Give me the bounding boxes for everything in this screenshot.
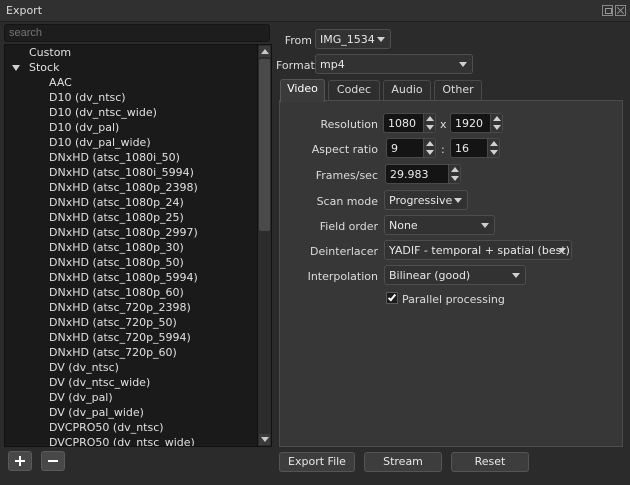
list-item[interactable]: DNxHD (atsc_1080p_50) xyxy=(5,255,257,270)
resolution-width-input[interactable]: 1080 xyxy=(383,113,436,133)
list-item[interactable]: D10 (dv_ntsc) xyxy=(5,90,257,105)
aspect-ratio-label: Aspect ratio xyxy=(311,143,378,156)
aspect-separator: : xyxy=(441,143,445,156)
list-item[interactable]: DNxHD (atsc_1080p_25) xyxy=(5,210,257,225)
remove-preset-button[interactable] xyxy=(41,451,65,471)
list-item[interactable]: D10 (dv_pal) xyxy=(5,120,257,135)
parallel-processing-checkbox[interactable] xyxy=(386,292,398,304)
list-item[interactable]: DNxHD (atsc_1080p_24) xyxy=(5,195,257,210)
tab-audio[interactable]: Audio xyxy=(383,80,431,100)
aspect-num-input[interactable]: 9 xyxy=(386,138,436,158)
fps-input[interactable]: 29.983 xyxy=(385,164,461,184)
export-file-button[interactable]: Export File xyxy=(279,452,355,472)
format-select[interactable]: mp4 xyxy=(315,54,473,74)
tab-other[interactable]: Other xyxy=(434,80,482,100)
tab-video[interactable]: Video xyxy=(280,79,325,102)
deinterlacer-label: Deinterlacer xyxy=(309,245,378,258)
title-bar: Export xyxy=(0,0,630,22)
chevron-down-icon xyxy=(459,62,467,67)
chevron-down-icon xyxy=(481,223,489,228)
list-item[interactable]: DNxHD (atsc_1080p_60) xyxy=(5,285,257,300)
list-item[interactable]: DNxHD (atsc_1080i_5994) xyxy=(5,165,257,180)
spinner-arrows-icon[interactable] xyxy=(487,139,499,157)
expand-arrow-icon[interactable] xyxy=(12,65,20,71)
spinner-arrows-icon[interactable] xyxy=(423,114,435,132)
list-item[interactable]: AAC xyxy=(5,75,257,90)
field-order-label: Field order xyxy=(319,220,378,233)
resolution-label: Resolution xyxy=(320,118,378,131)
list-item[interactable]: DNxHD (atsc_1080i_50) xyxy=(5,150,257,165)
interpolation-label: Interpolation xyxy=(307,270,378,283)
reset-button[interactable]: Reset xyxy=(451,452,529,472)
list-item[interactable]: DNxHD (atsc_1080p_2997) xyxy=(5,225,257,240)
checkmark-icon xyxy=(387,292,397,302)
chevron-down-icon xyxy=(512,273,520,278)
spinner-arrows-icon[interactable] xyxy=(423,139,435,157)
scroll-down-icon[interactable] xyxy=(259,434,270,445)
search-input[interactable] xyxy=(4,24,270,42)
resolution-separator: x xyxy=(440,118,447,131)
list-item[interactable]: DNxHD (atsc_720p_5994) xyxy=(5,330,257,345)
list-item[interactable]: DV (dv_pal) xyxy=(5,390,257,405)
chevron-down-icon xyxy=(454,198,462,203)
scan-mode-label: Scan mode xyxy=(316,195,378,208)
list-item[interactable]: DNxHD (atsc_1080p_5994) xyxy=(5,270,257,285)
fps-label: Frames/sec xyxy=(315,169,378,182)
format-label: Format xyxy=(276,59,315,72)
spinner-arrows-icon[interactable] xyxy=(490,114,502,132)
list-item[interactable]: DNxHD (atsc_1080p_2398) xyxy=(5,180,257,195)
scan-mode-select[interactable]: Progressive xyxy=(384,190,468,210)
preset-list: Custom Stock AAC D10 (dv_ntsc) D10 (dv_n… xyxy=(5,45,257,446)
tree-item-stock[interactable]: Stock xyxy=(5,60,257,75)
preset-tree[interactable]: Custom Stock AAC D10 (dv_ntsc) D10 (dv_n… xyxy=(4,44,272,447)
list-item[interactable]: DV (dv_ntsc) xyxy=(5,360,257,375)
aspect-den-input[interactable]: 16 xyxy=(450,138,500,158)
chevron-down-icon xyxy=(558,248,566,253)
list-item[interactable]: DNxHD (atsc_720p_60) xyxy=(5,345,257,360)
interpolation-select[interactable]: Bilinear (good) xyxy=(384,265,526,285)
list-item[interactable]: DNxHD (atsc_720p_50) xyxy=(5,315,257,330)
chevron-down-icon xyxy=(377,37,385,42)
list-item[interactable]: DNxHD (atsc_720p_2398) xyxy=(5,300,257,315)
list-item[interactable]: DVCPRO50 (dv_ntsc_wide) xyxy=(5,435,257,446)
stream-button[interactable]: Stream xyxy=(364,452,442,472)
resolution-height-input[interactable]: 1920 xyxy=(450,113,503,133)
from-label: From xyxy=(284,34,312,47)
parallel-processing-label: Parallel processing xyxy=(402,293,505,306)
list-item[interactable]: DVCPRO50 (dv_ntsc) xyxy=(5,420,257,435)
tree-scrollbar[interactable] xyxy=(257,45,271,446)
list-item[interactable]: DNxHD (atsc_1080p_30) xyxy=(5,240,257,255)
field-order-select[interactable]: None xyxy=(384,215,495,235)
window-title: Export xyxy=(6,4,43,17)
scroll-up-icon[interactable] xyxy=(259,46,270,57)
tree-item-custom[interactable]: Custom xyxy=(5,45,257,60)
list-item[interactable]: DV (dv_pal_wide) xyxy=(5,405,257,420)
close-icon[interactable] xyxy=(615,5,626,16)
scroll-thumb[interactable] xyxy=(259,59,270,231)
list-item[interactable]: D10 (dv_ntsc_wide) xyxy=(5,105,257,120)
add-preset-button[interactable] xyxy=(8,451,32,471)
deinterlacer-select[interactable]: YADIF - temporal + spatial (best) xyxy=(384,240,572,260)
list-item[interactable]: D10 (dv_pal_wide) xyxy=(5,135,257,150)
float-window-icon[interactable] xyxy=(602,5,613,16)
spinner-arrows-icon[interactable] xyxy=(448,165,460,183)
from-select[interactable]: IMG_1534 xyxy=(315,29,391,49)
list-item[interactable]: DV (dv_ntsc_wide) xyxy=(5,375,257,390)
tab-codec[interactable]: Codec xyxy=(328,80,380,100)
